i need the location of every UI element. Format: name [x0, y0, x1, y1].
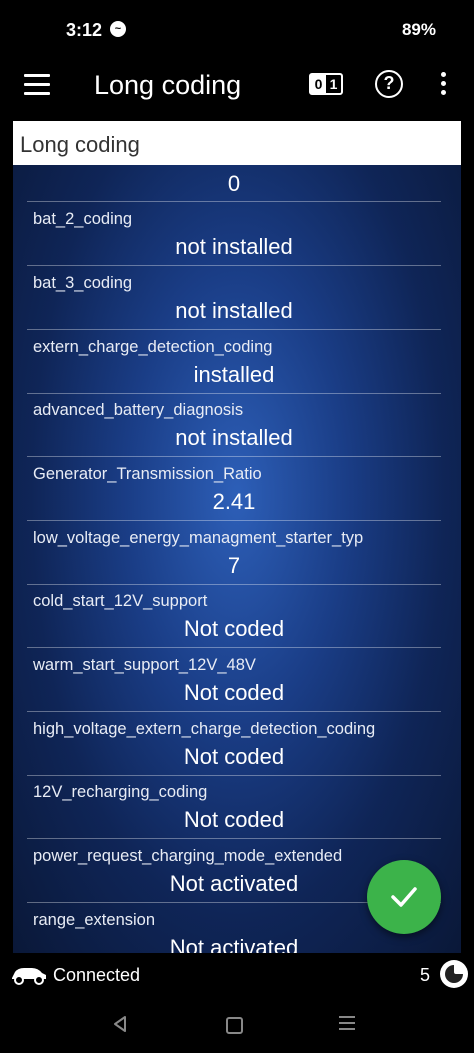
item-value: not installed	[175, 425, 293, 450]
battery-level: 89%	[401, 20, 436, 39]
menu-icon[interactable]	[24, 74, 50, 96]
messenger-icon: ~	[110, 21, 126, 37]
car-icon	[12, 968, 46, 985]
list-item[interactable]: bat_2_coding not installed	[27, 202, 441, 266]
status-bar: 3:12 ~ 89%	[0, 0, 474, 62]
item-label: low_voltage_energy_managment_starter_typ	[33, 529, 364, 547]
list-item[interactable]: Generator_Transmission_Ratio 2.41	[27, 457, 441, 521]
item-value: 2.41	[212, 489, 256, 514]
list-item[interactable]: cold_start_12V_support Not coded	[27, 584, 441, 648]
item-value: Not coded	[183, 680, 285, 705]
toggle-left: 0	[311, 75, 326, 93]
section-header: Long coding	[13, 121, 461, 165]
connection-bar: Connected 5	[0, 953, 474, 998]
system-nav-bar	[0, 998, 474, 1053]
item-label: bat_2_coding	[33, 210, 133, 228]
list-item[interactable]: warm_start_support_12V_48V Not coded	[27, 648, 441, 712]
app-logo-icon[interactable]	[440, 960, 468, 988]
help-icon[interactable]: ?	[375, 70, 403, 98]
item-value: not installed	[175, 234, 293, 259]
list-item-value[interactable]: 0	[27, 165, 441, 202]
recents-icon[interactable]	[339, 1016, 355, 1034]
list-item[interactable]: bat_3_coding not installed	[27, 266, 441, 330]
back-icon[interactable]	[112, 1015, 128, 1033]
status-time: 3:12	[66, 20, 103, 40]
list-item[interactable]: extern_charge_detection_coding installed	[27, 330, 441, 394]
app-bar: Long coding 0 1 ?	[0, 62, 474, 112]
list-item[interactable]: low_voltage_energy_managment_starter_typ…	[27, 521, 441, 585]
confirm-button[interactable]	[367, 860, 441, 934]
item-value: installed	[193, 362, 275, 387]
item-value: Not coded	[183, 616, 285, 641]
item-label: cold_start_12V_support	[33, 592, 208, 610]
item-value: Not coded	[183, 807, 285, 832]
count-badge: 5	[420, 965, 431, 985]
checkmark-icon	[391, 887, 417, 907]
item-label: bat_3_coding	[33, 274, 133, 292]
item-value: Not coded	[183, 744, 285, 769]
list-item[interactable]: advanced_battery_diagnosis not installed	[27, 393, 441, 457]
home-icon[interactable]	[226, 1017, 243, 1034]
item-value: not installed	[175, 298, 293, 323]
page-title: Long coding	[94, 70, 242, 100]
item-label: warm_start_support_12V_48V	[33, 656, 256, 674]
toggle-right: 1	[329, 76, 338, 92]
connection-status: Connected	[53, 965, 141, 985]
item-label: extern_charge_detection_coding	[33, 338, 273, 356]
binary-toggle-icon[interactable]: 0 1	[309, 73, 343, 95]
item-label: advanced_battery_diagnosis	[33, 401, 244, 419]
list-item[interactable]: 12V_recharging_coding Not coded	[27, 775, 441, 839]
item-label: range_extension	[33, 911, 156, 929]
item-label: 12V_recharging_coding	[33, 783, 208, 801]
coding-list[interactable]: Long coding 0 bat_2_coding not installed…	[13, 121, 461, 953]
item-label: Generator_Transmission_Ratio	[33, 465, 262, 483]
item-value: Not activated	[169, 935, 299, 953]
item-value: 7	[227, 553, 241, 578]
item-label: power_request_charging_mode_extended	[33, 847, 343, 865]
item-label: high_voltage_extern_charge_detection_cod…	[33, 720, 376, 738]
list-item[interactable]: high_voltage_extern_charge_detection_cod…	[27, 712, 441, 776]
more-options-icon[interactable]	[441, 72, 447, 99]
